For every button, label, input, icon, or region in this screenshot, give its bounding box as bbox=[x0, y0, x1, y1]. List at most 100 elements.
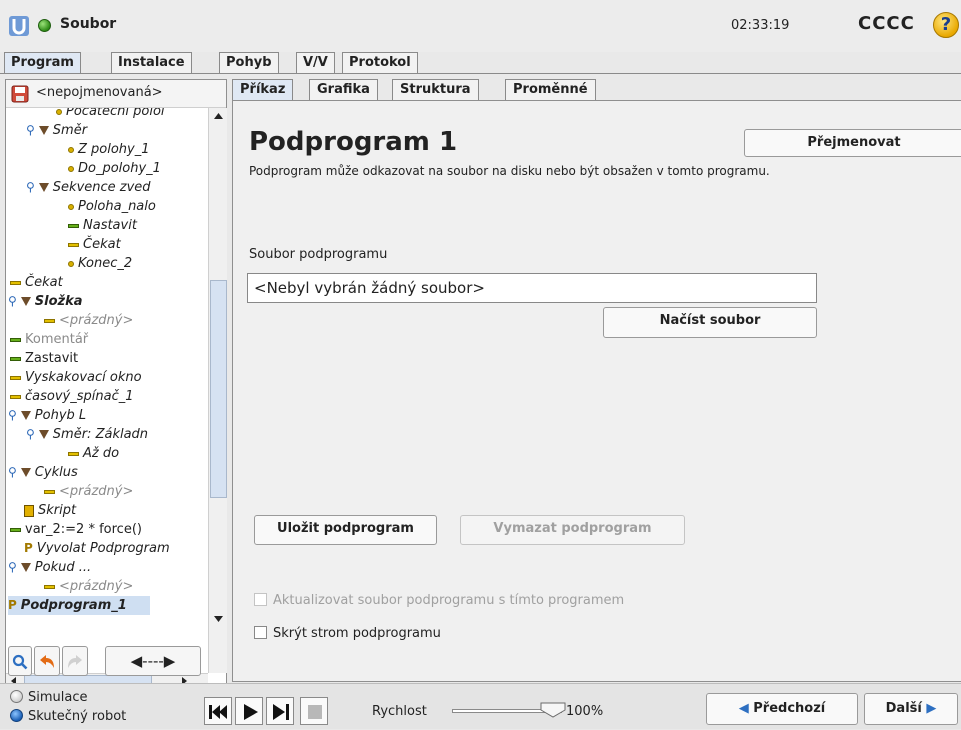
update-subprogram-label: Aktualizovat soubor podprogramu s tímto … bbox=[273, 593, 625, 608]
undo-icon[interactable] bbox=[34, 646, 60, 676]
tree-item[interactable]: ⚲ Pokud ... bbox=[8, 558, 91, 577]
tree-item[interactable]: ⚲ Směr bbox=[26, 121, 87, 140]
program-header: <nepojmenovaná> bbox=[6, 80, 226, 108]
robot-status-icon bbox=[38, 19, 51, 32]
popup-icon bbox=[10, 375, 21, 380]
expand-icon: ⚲ bbox=[26, 180, 35, 194]
expand-icon: ⚲ bbox=[8, 408, 17, 422]
empty-icon bbox=[44, 489, 55, 494]
expand-icon: ⚲ bbox=[8, 294, 17, 308]
program-tree-panel: <nepojmenovaná> Počáteční polol ⚲ Směr Z … bbox=[5, 79, 227, 688]
arrow-right-icon: ▶ bbox=[926, 701, 937, 716]
save-icon[interactable] bbox=[11, 85, 29, 103]
tree-item[interactable]: ⚲ Směr: Základn bbox=[26, 425, 148, 444]
arrow-left-icon: ◀ bbox=[738, 701, 749, 716]
waypoint-icon bbox=[68, 146, 74, 153]
tree-item[interactable]: Zastavit bbox=[10, 349, 78, 368]
tree-item[interactable]: P Vyvolat Podprogram bbox=[24, 539, 170, 558]
next-button[interactable]: Další ▶ bbox=[864, 693, 958, 725]
hide-tree-checkbox[interactable] bbox=[254, 626, 267, 639]
timer-icon bbox=[10, 394, 21, 399]
speed-value: 100% bbox=[566, 704, 604, 719]
tab-promenne[interactable]: Proměnné bbox=[505, 79, 596, 101]
hide-tree-checkbox-row[interactable]: Skrýt strom podprogramu bbox=[254, 626, 441, 641]
save-subprogram-button[interactable]: Uložit podprogram bbox=[254, 515, 437, 545]
rename-button[interactable]: Přejmenovat bbox=[744, 129, 961, 157]
tree-item[interactable]: ⚲ Pohyb L bbox=[8, 406, 86, 425]
tree-item[interactable]: ⚲ Cyklus bbox=[8, 463, 78, 482]
tree-item[interactable]: Skript bbox=[24, 501, 76, 520]
waypoint-icon bbox=[56, 108, 62, 115]
file-menu-title[interactable]: Soubor bbox=[60, 16, 116, 32]
tab-protokol[interactable]: Protokol bbox=[342, 52, 418, 74]
tab-instalace[interactable]: Instalace bbox=[111, 52, 192, 74]
stop-icon[interactable] bbox=[300, 697, 328, 725]
tab-pohyb[interactable]: Pohyb bbox=[219, 52, 279, 74]
tree-item[interactable]: Čekat bbox=[68, 235, 121, 254]
waypoint-icon bbox=[68, 165, 74, 172]
expand-icon: ⚲ bbox=[8, 560, 17, 574]
tree-item[interactable]: <prázdný> bbox=[44, 577, 133, 596]
tree-item[interactable]: Konec_2 bbox=[68, 254, 132, 273]
subprogram-file-label: Soubor podprogramu bbox=[249, 247, 388, 262]
command-panel: Podprogram 1 Podprogram může odkazovat n… bbox=[232, 100, 961, 682]
tab-vv[interactable]: V/V bbox=[296, 52, 335, 74]
ur-logo-icon bbox=[9, 16, 29, 36]
scroll-up-icon[interactable] bbox=[209, 108, 228, 124]
tree-toolbar: ◀----▶ bbox=[5, 646, 227, 680]
tree-item[interactable]: <prázdný> bbox=[44, 311, 133, 330]
search-icon[interactable] bbox=[8, 646, 32, 676]
help-icon[interactable]: ? bbox=[933, 12, 959, 38]
real-robot-radio[interactable] bbox=[10, 709, 23, 722]
tree-item[interactable]: <prázdný> bbox=[44, 482, 133, 501]
program-tree[interactable]: Počáteční polol ⚲ Směr Z polohy_1 Do_polo… bbox=[6, 108, 208, 673]
loop-icon bbox=[20, 468, 31, 477]
tab-prikaz[interactable]: Příkaz bbox=[232, 79, 294, 101]
subprogram-file-field[interactable]: <Nebyl vybrán žádný soubor> bbox=[247, 273, 817, 303]
skip-back-icon[interactable] bbox=[204, 697, 232, 725]
halt-icon bbox=[10, 356, 21, 361]
tree-item[interactable]: Počáteční polol bbox=[56, 108, 165, 121]
speed-label: Rychlost bbox=[372, 704, 427, 719]
tree-item[interactable]: ⚲ Sekvence zved bbox=[26, 178, 151, 197]
real-robot-label: Skutečný robot bbox=[28, 709, 127, 724]
step-icon[interactable] bbox=[266, 697, 294, 725]
tab-grafika[interactable]: Grafika bbox=[309, 79, 378, 101]
previous-button[interactable]: ◀ Předchozí bbox=[706, 693, 858, 725]
load-file-button[interactable]: Načíst soubor bbox=[603, 307, 817, 338]
redo-icon[interactable] bbox=[62, 646, 88, 676]
simulation-radio[interactable] bbox=[10, 690, 23, 703]
tree-item[interactable]: Čekat bbox=[10, 273, 63, 292]
tree-item[interactable]: Poloha_nalo bbox=[68, 197, 156, 216]
wait-icon bbox=[10, 280, 21, 285]
scroll-thumb[interactable] bbox=[210, 280, 227, 498]
tree-item[interactable]: ⚲ Složka bbox=[8, 292, 83, 311]
tab-struktura[interactable]: Struktura bbox=[392, 79, 479, 101]
play-icon[interactable] bbox=[235, 697, 263, 725]
tab-divider bbox=[0, 73, 961, 74]
robot-name: CCCC bbox=[858, 13, 915, 34]
tree-item[interactable]: Nastavit bbox=[68, 216, 137, 235]
tree-item[interactable]: Komentář bbox=[10, 330, 88, 349]
move-node-button[interactable]: ◀----▶ bbox=[105, 646, 201, 676]
tree-item-selected[interactable]: P Podprogram_1 bbox=[8, 596, 150, 615]
update-subprogram-checkbox[interactable] bbox=[254, 593, 267, 606]
tab-program[interactable]: Program bbox=[4, 52, 81, 74]
tree-item[interactable]: var_2:=2 * force() bbox=[10, 520, 142, 539]
wait-icon bbox=[68, 242, 79, 247]
tree-item[interactable]: Až do bbox=[68, 444, 119, 463]
scroll-down-icon[interactable] bbox=[209, 611, 228, 627]
mode-simulation-row[interactable]: Simulace bbox=[10, 690, 88, 705]
vertical-scrollbar[interactable] bbox=[208, 108, 227, 673]
speed-slider-handle[interactable] bbox=[540, 702, 566, 718]
tree-item[interactable]: Vyskakovací okno bbox=[10, 368, 142, 387]
delete-subprogram-button[interactable]: Vymazat podprogram bbox=[460, 515, 685, 545]
mode-real-row[interactable]: Skutečný robot bbox=[10, 709, 126, 724]
tree-item[interactable]: časový_spínač_1 bbox=[10, 387, 134, 406]
sequence-icon bbox=[38, 183, 49, 192]
tree-item[interactable]: Z polohy_1 bbox=[68, 140, 150, 159]
footer-bar: Simulace Skutečný robot Rychlost 100% ◀ … bbox=[0, 683, 961, 729]
update-subprogram-checkbox-row[interactable]: Aktualizovat soubor podprogramu s tímto … bbox=[254, 593, 624, 608]
empty-icon bbox=[44, 318, 55, 323]
tree-item[interactable]: Do_polohy_1 bbox=[68, 159, 161, 178]
